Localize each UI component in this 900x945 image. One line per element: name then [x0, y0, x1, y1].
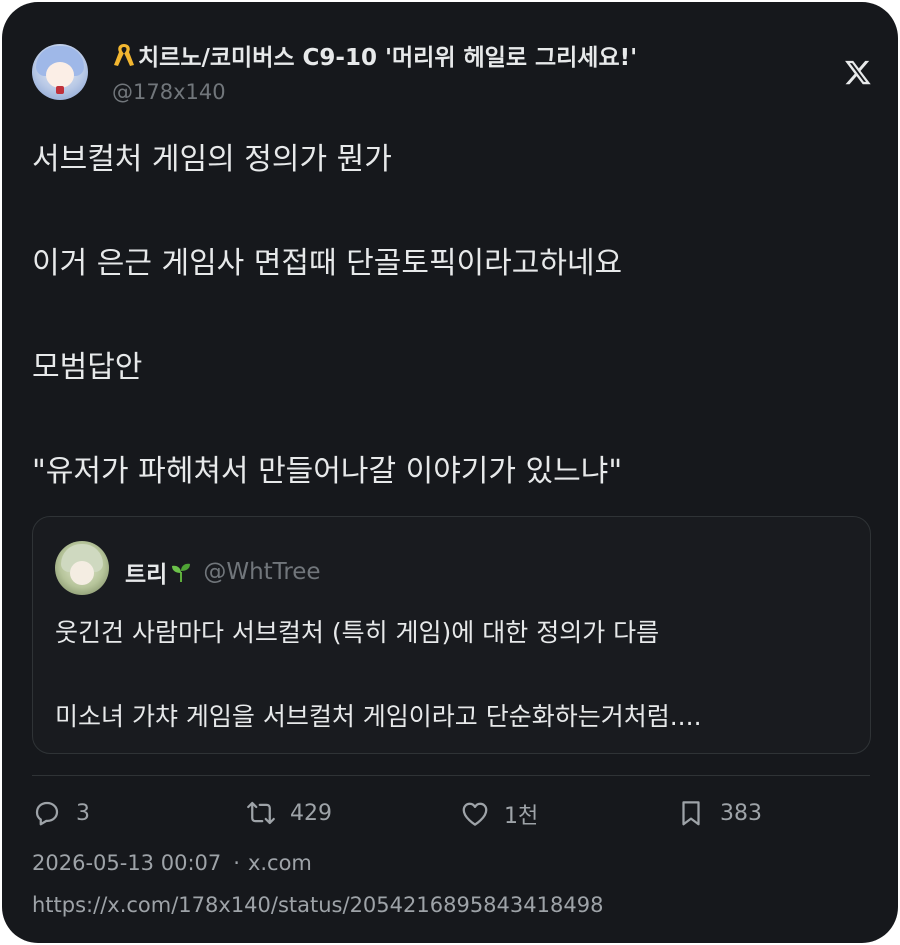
retweet-button[interactable]: 429 — [246, 798, 332, 828]
tweet-url[interactable]: https://x.com/178x140/status/20542168958… — [32, 893, 603, 917]
action-bar: 3 429 1천 383 — [32, 798, 872, 834]
bookmark-count: 383 — [720, 800, 762, 826]
reply-button[interactable]: 3 — [32, 798, 90, 828]
heart-icon — [462, 802, 488, 826]
tweet-card: 치르노/코미버스 C9-10 '머리위 헤일로 그리세요!' @178x140 … — [2, 2, 898, 943]
like-button[interactable]: 1천 — [460, 798, 538, 830]
quoted-tweet[interactable]: 트리 @WhtTree 웃긴건 사람마다 서브컬처 (특히 게임)에 대한 정의… — [32, 516, 871, 754]
author-avatar[interactable] — [32, 44, 88, 100]
tweet-line: 모범답안 — [32, 350, 143, 385]
retweet-icon — [247, 801, 275, 825]
tweet-line: 이거 은근 게임사 면접때 단골토픽이라고하네요 — [32, 246, 623, 281]
author-name-row: 치르노/코미버스 C9-10 '머리위 헤일로 그리세요!' — [112, 38, 637, 72]
bookmark-button[interactable]: 383 — [676, 798, 762, 828]
retweet-count: 429 — [290, 800, 332, 826]
quoted-text-line: 웃긴건 사람마다 서브컬처 (특히 게임)에 대한 정의가 다름 — [55, 618, 660, 647]
meta-separator: · — [233, 851, 240, 875]
sprout-icon — [172, 563, 191, 582]
bookmark-icon — [682, 801, 700, 826]
tweet-line: 서브컬처 게임의 정의가 뭔가 — [32, 142, 392, 177]
like-count: 1천 — [504, 804, 539, 829]
quoted-display-name-text: 트리 — [125, 562, 168, 588]
source-domain[interactable]: x.com — [248, 851, 312, 875]
quoted-text-line: 미소녀 가챠 게임을 서브컬처 게임이라고 단순화하는거처럼.... — [55, 702, 702, 731]
reply-count: 3 — [76, 800, 90, 826]
quoted-author-avatar[interactable] — [55, 541, 109, 595]
yellow-ribbon-icon — [114, 44, 134, 66]
divider — [32, 775, 870, 776]
tweet-line: "유저가 파헤쳐서 만들어나갈 이야기가 있느냐" — [32, 454, 623, 489]
quoted-handle[interactable]: @WhtTree — [203, 559, 320, 585]
author-display-name[interactable]: 치르노/코미버스 C9-10 '머리위 헤일로 그리세요!' — [138, 38, 637, 72]
quoted-display-name[interactable]: 트리 — [125, 555, 193, 589]
author-handle[interactable]: @178x140 — [112, 80, 226, 104]
reply-icon — [35, 801, 59, 826]
tweet-meta: 2026-05-13 00:07 · x.com — [32, 851, 312, 875]
x-logo-icon[interactable] — [844, 58, 872, 86]
timestamp[interactable]: 2026-05-13 00:07 — [32, 851, 221, 875]
quoted-author-row: 트리 @WhtTree — [125, 555, 321, 589]
